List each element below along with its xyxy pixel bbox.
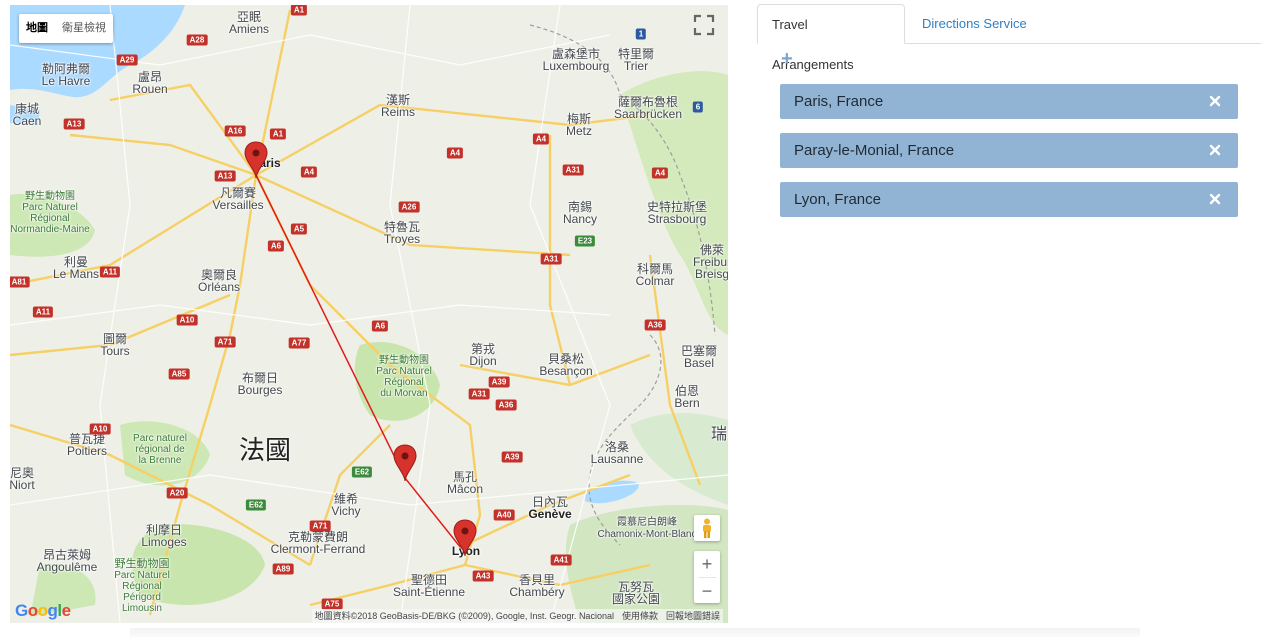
tab-directions-service[interactable]: Directions Service	[908, 4, 1041, 44]
page-bottom-shade	[130, 628, 1140, 637]
stop-name: Paris, France	[794, 93, 884, 110]
stop-item[interactable]: Lyon, France	[780, 182, 1238, 217]
add-stop-button[interactable]: +	[781, 49, 797, 69]
zoom-out-button[interactable]: −	[694, 578, 720, 604]
map-attribution: 地圖資料©2018 GeoBasis-DE/BKG (©2009), Googl…	[311, 609, 723, 623]
map-marker-paris[interactable]	[244, 141, 268, 179]
stop-name: Paray-le-Monial, France	[794, 142, 955, 159]
stop-name: Lyon, France	[794, 191, 881, 208]
street-view-pegman-button[interactable]	[694, 515, 720, 541]
stop-item[interactable]: Paris, France	[780, 84, 1238, 119]
zoom-control: + −	[694, 551, 720, 603]
tab-travel-arrangements[interactable]: Travel Arrangements	[757, 4, 905, 72]
map-type-control: 地圖 衛星檢視	[19, 14, 113, 43]
google-logo[interactable]: Google	[15, 601, 71, 621]
map-type-roadmap-button[interactable]: 地圖	[19, 14, 55, 43]
map-base	[10, 5, 728, 623]
app-root: 亞眠 Amiens 勒阿弗爾 Le Havre 盧昂 Rouen 康城 Caen 漢斯 R…	[0, 0, 1280, 637]
pegman-icon	[703, 518, 711, 538]
attribution-text: 地圖資料©2018 GeoBasis-DE/BKG (©2009), Googl…	[314, 611, 614, 621]
map-marker-paray-le-monial[interactable]	[393, 444, 417, 482]
map-marker-lyon[interactable]	[453, 519, 477, 557]
zoom-in-button[interactable]: +	[694, 551, 720, 577]
travel-panel: Travel Arrangements Directions Service +…	[757, 4, 1261, 624]
panel-tabs: Travel Arrangements Directions Service	[757, 4, 1261, 72]
terms-link[interactable]: 使用條款	[622, 609, 658, 623]
report-error-link[interactable]: 回報地圖錯誤	[666, 609, 720, 623]
remove-stop-icon[interactable]	[1209, 95, 1221, 107]
map-canvas[interactable]: 亞眠 Amiens 勒阿弗爾 Le Havre 盧昂 Rouen 康城 Caen 漢斯 R…	[10, 5, 728, 623]
fullscreen-icon[interactable]	[692, 13, 716, 37]
remove-stop-icon[interactable]	[1209, 144, 1221, 156]
remove-stop-icon[interactable]	[1209, 193, 1221, 205]
map-type-satellite-button[interactable]: 衛星檢視	[55, 14, 113, 43]
stop-item[interactable]: Paray-le-Monial, France	[780, 133, 1238, 168]
